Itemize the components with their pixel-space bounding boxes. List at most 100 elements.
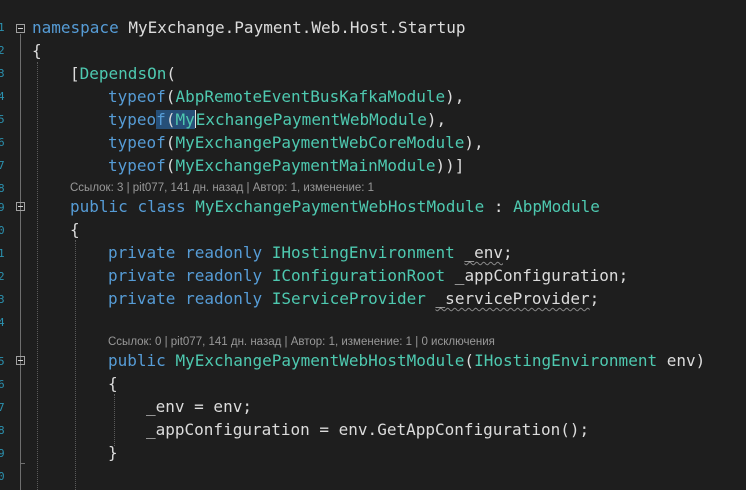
- type-name: IHostingEnvironment: [271, 243, 455, 262]
- line-number: 0: [0, 224, 5, 237]
- code-editor[interactable]: 1 2 3 4 5 6 7 8 9 0 1 2 3 4 5 6 7 8 9 0 …: [0, 0, 746, 490]
- keyword: typeof: [108, 133, 166, 152]
- type-name: ExchangePaymentWebModule: [195, 110, 427, 129]
- code-line[interactable]: typeof(AbpRemoteEventBusKafkaModule),: [108, 86, 464, 108]
- brace: }: [108, 443, 118, 462]
- collapse-box-icon[interactable]: [16, 356, 25, 365]
- type-name: MyExchangePaymentMainModule: [175, 156, 436, 175]
- codelens-author-time[interactable]: pit077, 141 дн. назад: [171, 336, 282, 348]
- keyword: class: [137, 197, 186, 216]
- indent-guide: [75, 240, 76, 490]
- paren: (: [464, 351, 475, 370]
- paren: ))]: [435, 156, 465, 175]
- keyword: namespace: [32, 18, 119, 37]
- codelens-references[interactable]: Ссылок: 3: [70, 182, 123, 194]
- code-line[interactable]: public class MyExchangePaymentWebHostMod…: [70, 196, 600, 218]
- keyword: private: [108, 266, 176, 285]
- line-number: 1: [0, 247, 5, 260]
- field-name: _appConfiguration;: [445, 266, 629, 285]
- colon: :: [484, 197, 514, 216]
- paren: ),: [426, 110, 447, 129]
- line-number: 8: [0, 424, 5, 437]
- brace: {: [32, 41, 42, 60]
- paren: ),: [464, 133, 484, 152]
- code-line[interactable]: private readonly IHostingEnvironment _en…: [108, 242, 513, 264]
- code-line[interactable]: typeof(MyExchangePaymentWebCoreModule),: [108, 132, 484, 154]
- codelens-separator: |: [161, 336, 171, 348]
- code-line[interactable]: _env = env;: [146, 396, 252, 418]
- keyword: readonly: [185, 243, 263, 262]
- codelens: Ссылок: 0 | pit077, 141 дн. назад | Авто…: [108, 334, 495, 350]
- fold-line: [20, 34, 21, 490]
- codelens-authors[interactable]: Автор: 1, изменение: 1: [291, 336, 412, 348]
- param-name: env): [657, 351, 706, 370]
- brace: {: [70, 220, 80, 239]
- base-type: AbpModule: [513, 197, 600, 216]
- collapse-box-icon[interactable]: [16, 202, 25, 211]
- selected-paren: (: [165, 110, 176, 129]
- line-number: 2: [0, 44, 5, 57]
- type-name: IServiceProvider: [271, 289, 426, 308]
- line-number: 7: [0, 401, 5, 414]
- class-name: MyExchangePaymentWebHostModule: [195, 197, 485, 216]
- line-number: 4: [0, 90, 5, 103]
- line-number: 9: [0, 201, 5, 214]
- line-number: 3: [0, 293, 5, 306]
- statement: _appConfiguration = env.GetAppConfigurat…: [146, 420, 590, 439]
- paren: (: [165, 87, 176, 106]
- fold-end-marker: [20, 463, 25, 464]
- code-line[interactable]: {: [108, 373, 118, 395]
- keyword: private: [108, 289, 176, 308]
- line-number: 2: [0, 270, 5, 283]
- line-number: 6: [0, 378, 5, 391]
- statement: _env = env;: [146, 397, 252, 416]
- line-number: 0: [0, 470, 5, 483]
- type-name: AbpRemoteEventBusKafkaModule: [175, 87, 446, 106]
- code-line[interactable]: [DependsOn(: [70, 63, 176, 85]
- code-line[interactable]: _appConfiguration = env.GetAppConfigurat…: [146, 419, 589, 441]
- code-line[interactable]: private readonly IConfigurationRoot _app…: [108, 265, 628, 287]
- codelens-references[interactable]: Ссылок: 0: [108, 336, 161, 348]
- indent-guide: [114, 394, 115, 446]
- keyword: typeof: [108, 87, 166, 106]
- code-line[interactable]: {: [70, 219, 80, 241]
- paren: (: [165, 133, 176, 152]
- line-number: 7: [0, 159, 5, 172]
- code-line[interactable]: typeof(MyExchangePaymentMainModule))]: [108, 155, 464, 177]
- line-number: 4: [0, 316, 5, 329]
- indent-guide: [37, 62, 38, 490]
- codelens-exceptions[interactable]: 0 исключения: [421, 336, 494, 348]
- collapse-box-icon[interactable]: [16, 24, 25, 33]
- param-type: IHostingEnvironment: [474, 351, 658, 370]
- keyword: typeof: [108, 156, 166, 175]
- codelens-author-time[interactable]: pit077, 141 дн. назад: [133, 182, 244, 194]
- selected-text: f: [156, 110, 166, 129]
- code-line[interactable]: private readonly IServiceProvider _servi…: [108, 288, 599, 310]
- codelens-separator: |: [243, 182, 253, 194]
- type-name: IConfigurationRoot: [271, 266, 446, 285]
- paren: ),: [445, 87, 465, 106]
- brace: {: [108, 374, 118, 393]
- line-number: 6: [0, 136, 5, 149]
- keyword: private: [108, 243, 176, 262]
- keyword: typeo: [108, 110, 157, 129]
- keyword: public: [108, 351, 166, 370]
- keyword: readonly: [185, 266, 263, 285]
- line-number: 5: [0, 113, 5, 126]
- codelens-authors[interactable]: Автор: 1, изменение: 1: [253, 182, 374, 194]
- keyword: public: [70, 197, 128, 216]
- code-line[interactable]: public MyExchangePaymentWebHostModule(IH…: [108, 350, 705, 372]
- codelens: Ссылок: 3 | pit077, 141 дн. назад | Авто…: [70, 180, 374, 196]
- type-name: MyExchangePaymentWebCoreModule: [175, 133, 465, 152]
- code-line[interactable]: }: [108, 442, 118, 464]
- code-line[interactable]: namespace MyExchange.Payment.Web.Host.St…: [32, 17, 465, 39]
- line-number: 9: [0, 447, 5, 460]
- codelens-separator: |: [281, 336, 291, 348]
- keyword: readonly: [185, 289, 263, 308]
- bracket: [: [70, 64, 80, 83]
- line-number: 5: [0, 355, 5, 368]
- line-number: 3: [0, 67, 5, 80]
- attribute-name: DependsOn: [79, 64, 167, 83]
- code-line[interactable]: typeof(MyExchangePaymentWebModule),: [108, 109, 446, 131]
- code-line[interactable]: {: [32, 40, 42, 62]
